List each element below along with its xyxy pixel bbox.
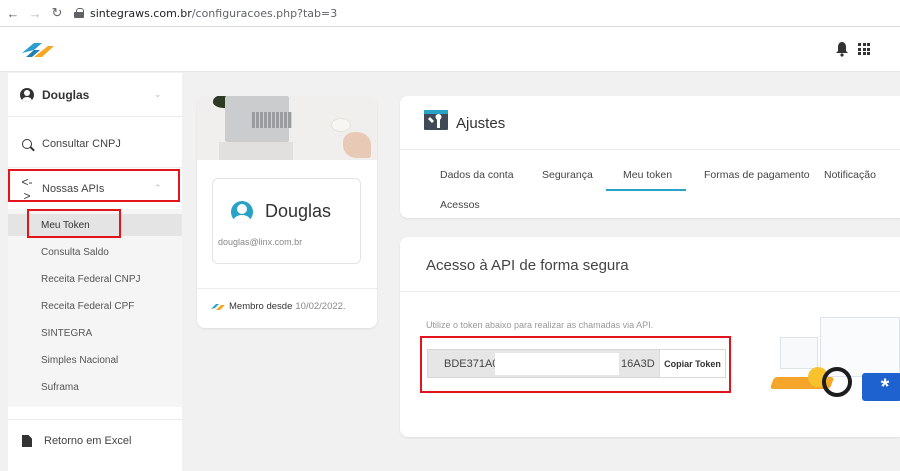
sidebar-item-retorno-excel[interactable]: Retorno em Excel [8,426,182,456]
key-ring-decoration [822,367,852,397]
lock-icon [74,8,84,18]
search-icon [22,139,32,149]
profile-email: douglas@linx.com.br [218,237,303,247]
api-access-card: Acesso à API de forma segura Utilize o t… [400,237,900,437]
sidebar-user-name: Douglas [42,87,90,102]
settings-tools-icon [424,110,448,130]
sidebar: Douglas ⌄ Consultar CNPJ <-> Nossas APIs… [8,73,182,471]
api-card-divider [400,291,900,292]
bell-icon[interactable] [834,41,850,57]
token-group: BDE371A0 16A3D Copiar Token [423,338,728,391]
token-value-start: BDE371A0 [444,358,499,370]
tab-meu-token[interactable]: Meu token [623,169,672,181]
avatar-icon [231,201,253,223]
sidebar-item-nossas-apis[interactable]: <-> Nossas APIs ⌃ [8,174,182,204]
tab-seguranca[interactable]: Segurança [542,169,593,181]
active-tab-indicator [606,189,686,191]
sidebar-item-label: Retorno em Excel [44,435,132,447]
profile-info-box: Douglas douglas@linx.com.br [212,178,361,264]
settings-divider [400,149,900,150]
api-help-text: Utilize o token abaixo para realizar as … [426,320,654,330]
url-host: sintegraws.com.br [90,6,192,20]
profile-card: Douglas douglas@linx.com.br Membro desde… [197,96,377,328]
brand-mini-logo-icon [211,303,225,310]
sidebar-divider [8,167,182,168]
chevron-down-icon: ⌄ [154,89,162,99]
submenu-item-consulta-saldo[interactable]: Consulta Saldo [8,241,182,263]
keyboard-decoration [252,112,292,128]
user-circle-icon [20,87,34,102]
reload-icon[interactable]: ↻ [48,4,66,22]
member-since: Membro desde 10/02/2022. [211,301,346,312]
tab-notificacao[interactable]: Notificação [824,169,876,181]
document-icon [22,435,32,447]
envelope-decoration [780,337,818,369]
apps-grid-icon[interactable] [858,43,870,55]
member-since-date: 10/02/2022. [295,301,346,312]
desk-decoration [219,142,293,160]
tab-formas-de-pagamento[interactable]: Formas de pagamento [704,169,810,181]
submenu-item-receita-cpf[interactable]: Receita Federal CPF [8,295,182,317]
back-arrow-icon[interactable]: ← [4,4,22,22]
api-card-title: Acesso à API de forma segura [426,257,629,274]
code-arrows-icon: <-> [21,175,33,203]
hand-decoration [343,132,371,158]
submenu-item-suframa[interactable]: Suframa [8,376,182,398]
token-redaction [495,353,619,375]
submenu-item-sintegra[interactable]: SINTEGRA [8,322,182,344]
browser-toolbar: ← → ↻ sintegraws.com.br/configuracoes.ph… [0,0,900,27]
app-header [0,27,900,72]
sidebar-item-label: Nossas APIs [42,183,105,195]
copy-token-button[interactable]: Copiar Token [659,349,726,378]
submenu-item-receita-cnpj[interactable]: Receita Federal CNPJ [8,268,182,290]
brand-logo-icon[interactable] [20,39,56,61]
api-illustration: * [769,307,900,402]
token-value-end: 16A3D [621,358,655,370]
tab-acessos[interactable]: Acessos [440,199,480,211]
password-asterisk-icon: * [862,373,900,401]
token-field[interactable]: BDE371A0 16A3D [427,349,661,378]
tab-dados-da-conta[interactable]: Dados da conta [440,169,514,181]
submenu-item-meu-token[interactable]: Meu Token [8,214,182,236]
profile-divider [197,288,377,289]
url-path: /configuracoes.php?tab=3 [191,6,338,20]
profile-name: Douglas [265,201,332,221]
sidebar-item-label: Consultar CNPJ [42,138,121,150]
apis-submenu: Meu Token Consulta Saldo Receita Federal… [8,209,182,407]
submenu-item-simples-nacional[interactable]: Simples Nacional [8,349,182,371]
address-bar[interactable]: sintegraws.com.br/configuracoes.php?tab=… [74,7,337,20]
member-since-label: Membro desde [229,301,293,312]
sidebar-item-consultar-cnpj[interactable]: Consultar CNPJ [8,129,182,159]
settings-card: Ajustes Dados da conta Segurança Meu tok… [400,96,900,218]
forward-arrow-icon[interactable]: → [26,4,44,22]
chevron-up-icon: ⌃ [154,183,162,193]
mug-decoration [331,118,351,132]
sidebar-user[interactable]: Douglas ⌄ [8,73,182,117]
settings-title: Ajustes [456,115,506,132]
profile-banner-image [197,96,377,160]
sidebar-divider [8,419,182,420]
